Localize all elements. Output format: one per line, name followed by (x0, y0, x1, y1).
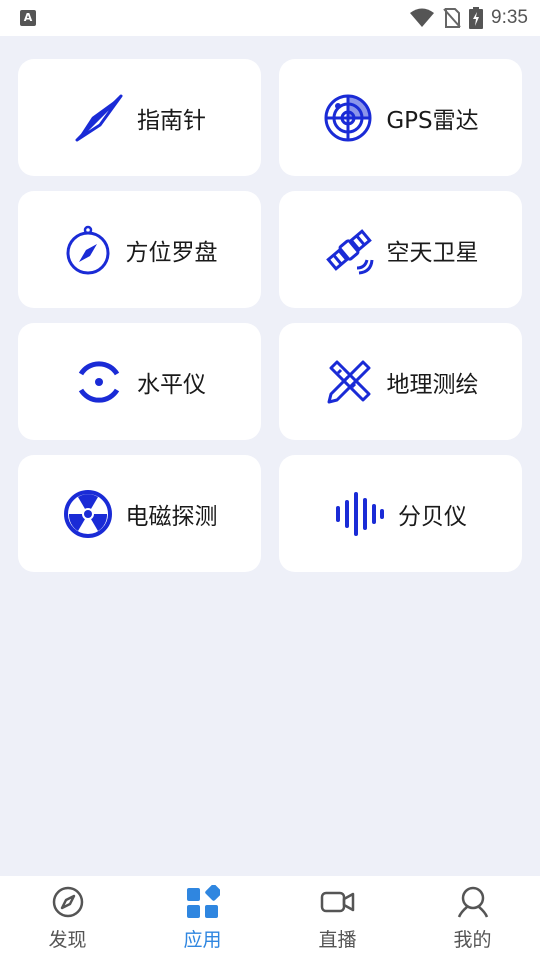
no-sim-icon (443, 8, 461, 28)
card-label: GPS雷达 (386, 107, 479, 134)
video-camera-icon (320, 884, 356, 920)
tab-apps[interactable]: 应用 (135, 876, 270, 960)
card-emf-detector[interactable]: 电磁探测 (18, 455, 261, 572)
status-time: 9:35 (491, 7, 528, 28)
card-label: 空天卫星 (386, 239, 479, 266)
card-label: 分贝仪 (398, 503, 467, 530)
ruler-pencil-icon (323, 356, 375, 408)
card-satellite[interactable]: 空天卫星 (279, 191, 522, 308)
radiation-icon (62, 488, 114, 540)
satellite-icon (323, 224, 375, 276)
tab-label: 应用 (183, 929, 222, 951)
tab-label: 发现 (48, 929, 87, 951)
card-label: 水平仪 (137, 371, 206, 398)
card-surveying[interactable]: 地理测绘 (279, 323, 522, 440)
app-notification-icon: A (20, 10, 36, 26)
card-decibel-meter[interactable]: 分贝仪 (279, 455, 522, 572)
tab-discover[interactable]: 发现 (0, 876, 135, 960)
card-level[interactable]: 水平仪 (18, 323, 261, 440)
tab-mine[interactable]: 我的 (405, 876, 540, 960)
battery-charging-icon (469, 7, 484, 29)
card-label: 地理测绘 (386, 371, 479, 398)
sound-wave-icon (334, 488, 386, 540)
wifi-icon (410, 8, 435, 27)
card-direction-compass[interactable]: 方位罗盘 (18, 191, 261, 308)
compass-dial-icon (62, 224, 114, 276)
level-icon (73, 356, 125, 408)
compass-needle-icon (73, 92, 125, 144)
tab-label: 直播 (318, 929, 357, 951)
compass-outline-icon (50, 884, 86, 920)
card-label: 指南针 (137, 107, 206, 134)
tab-label: 我的 (453, 929, 492, 951)
radar-icon (322, 92, 374, 144)
user-icon (455, 884, 491, 920)
card-gps-radar[interactable]: GPS雷达 (279, 59, 522, 176)
status-icons: 9:35 (409, 6, 528, 30)
tool-grid: 指南针 GPS雷达 方位罗盘 空天卫星 水平仪 地理测绘 电磁探测 分贝仪 (18, 59, 522, 572)
status-bar: A 9:35 (0, 0, 540, 36)
card-label: 方位罗盘 (125, 239, 218, 266)
apps-grid-icon (185, 884, 221, 920)
card-label: 电磁探测 (125, 503, 218, 530)
card-compass[interactable]: 指南针 (18, 59, 261, 176)
tab-live[interactable]: 直播 (270, 876, 405, 960)
bottom-tab-bar: 发现 应用 直播 我的 (0, 876, 540, 960)
